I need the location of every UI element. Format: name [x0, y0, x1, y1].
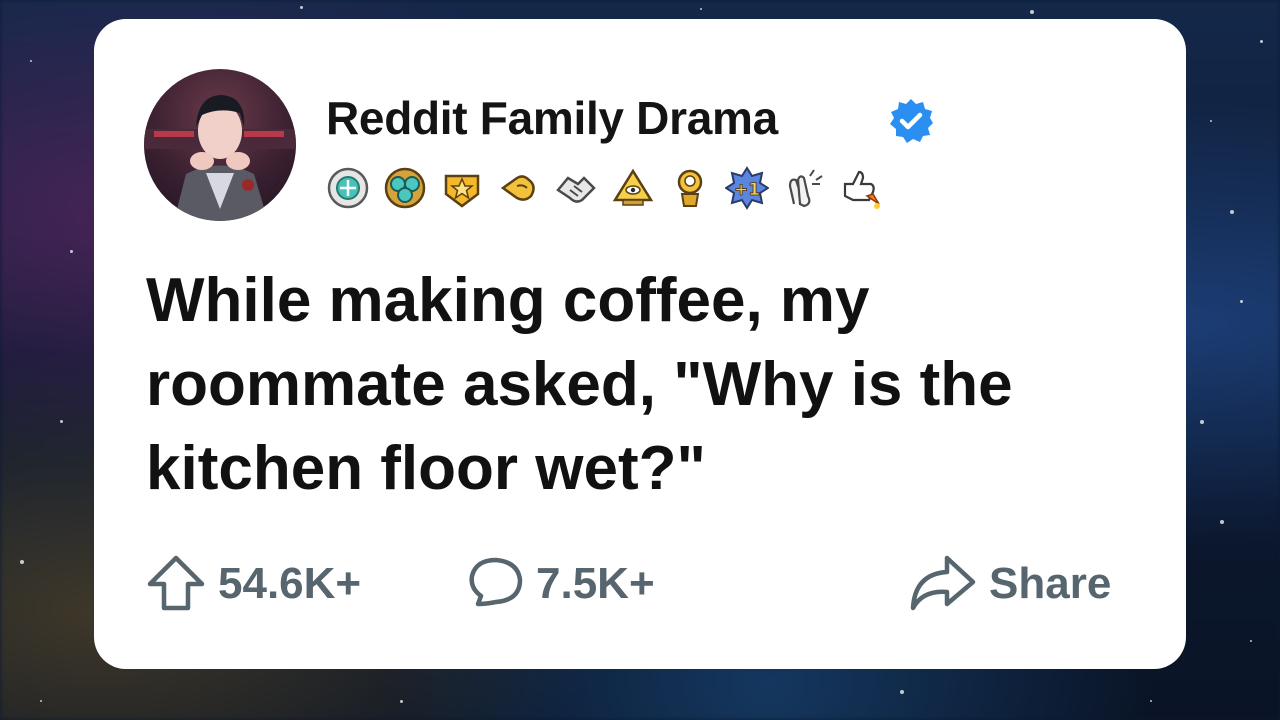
avatar[interactable] — [144, 69, 296, 221]
snow-dot — [1030, 10, 1034, 14]
gold-star-award-icon[interactable] — [440, 166, 484, 210]
awards-row: +1 — [326, 166, 883, 210]
handshake-award-icon[interactable] — [554, 166, 598, 210]
snow-dot — [1150, 700, 1152, 702]
snow-dot — [1240, 300, 1243, 303]
post-title[interactable]: While making coffee, my roommate asked, … — [146, 259, 1156, 511]
author-name[interactable]: Reddit Family Drama — [326, 91, 778, 145]
pyramid-eye-award-icon[interactable] — [611, 166, 655, 210]
snow-dot — [1200, 420, 1204, 424]
verified-badge-icon — [890, 99, 933, 143]
snow-dot — [400, 700, 403, 703]
snow-dot — [1260, 40, 1263, 43]
pointing-hand-award-icon[interactable] — [497, 166, 541, 210]
upvote-button[interactable]: 54.6K+ — [144, 549, 361, 619]
post-title-line: roommate asked, "Why is the — [146, 350, 1013, 419]
thumbs-up-rocket-award-icon[interactable] — [839, 166, 883, 210]
snow-dot — [300, 6, 303, 9]
share-arrow-icon — [910, 555, 976, 611]
snow-dot — [1220, 520, 1224, 524]
svg-text:+1: +1 — [734, 180, 760, 200]
gold-trophy-award-icon[interactable] — [668, 166, 712, 210]
upvote-count: 54.6K+ — [218, 559, 362, 608]
snow-dot — [60, 420, 63, 423]
post-card: Reddit Family Drama +1 While making coff… — [94, 19, 1186, 669]
share-button[interactable]: Share — [907, 549, 1111, 619]
snow-dot — [700, 8, 702, 10]
post-title-line: While making coffee, my — [146, 266, 870, 335]
comments-button[interactable]: 7.5K+ — [462, 549, 655, 619]
snow-dot — [70, 250, 73, 253]
post-actions: 54.6K+ 7.5K+ Share — [144, 549, 1144, 619]
medal-award-icon[interactable] — [326, 166, 370, 210]
gem-cluster-award-icon[interactable] — [383, 166, 427, 210]
post-title-line: kitchen floor wet?" — [146, 434, 706, 503]
comment-bubble-icon — [469, 557, 523, 607]
snow-dot — [20, 560, 24, 564]
snow-dot — [1250, 640, 1252, 642]
snow-dot — [40, 700, 42, 702]
share-label: Share — [989, 559, 1112, 608]
snow-dot — [900, 690, 904, 694]
comment-count: 7.5K+ — [536, 559, 655, 608]
upvote-arrow-icon — [147, 555, 205, 611]
plus-one-award-icon[interactable]: +1 — [725, 166, 769, 210]
snow-dot — [1230, 210, 1234, 214]
clapping-hands-award-icon[interactable] — [782, 166, 826, 210]
snow-dot — [30, 60, 32, 62]
avatar-illustration — [144, 95, 296, 221]
snow-dot — [1210, 120, 1212, 122]
